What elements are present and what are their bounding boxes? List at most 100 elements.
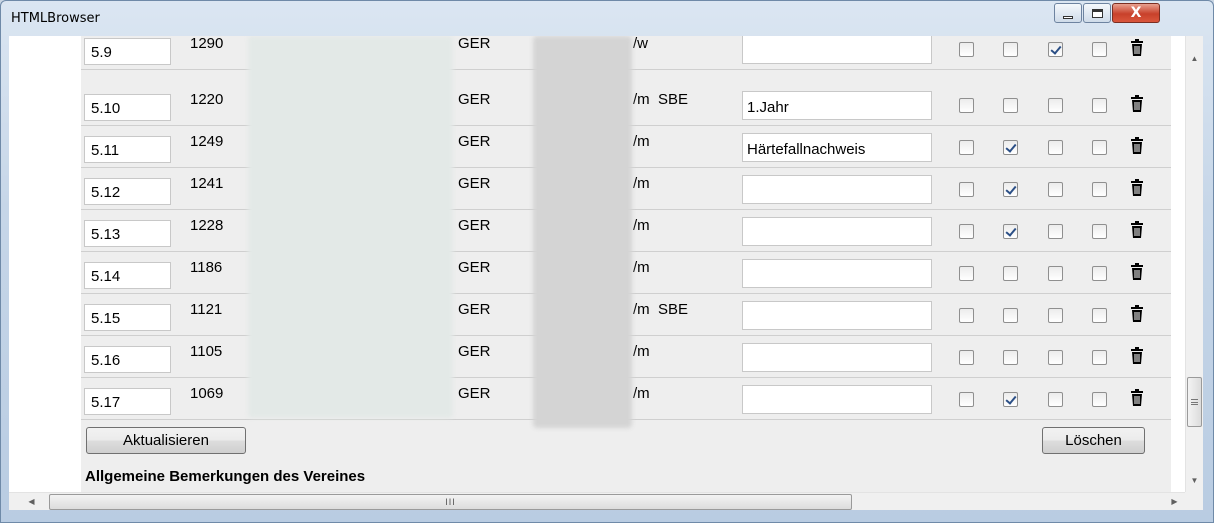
option-checkbox-2[interactable] (1003, 224, 1018, 239)
scroll-up-arrow-icon[interactable]: ▲ (1186, 50, 1203, 67)
remark-input[interactable]: Härtefallnachweis (742, 133, 932, 162)
trash-icon[interactable] (1130, 137, 1144, 155)
option-checkbox-1[interactable] (959, 42, 974, 57)
position-input[interactable]: 5.10 (84, 94, 171, 121)
option-checkbox-2[interactable] (1003, 350, 1018, 365)
option-checkbox-3[interactable] (1048, 98, 1063, 113)
option-checkbox-2[interactable] (1003, 42, 1018, 57)
position-input[interactable]: 5.13 (84, 220, 171, 247)
delete-button[interactable]: Löschen (1042, 427, 1145, 454)
option-checkbox-2[interactable] (1003, 308, 1018, 323)
position-input[interactable]: 5.17 (84, 388, 171, 415)
trash-icon[interactable] (1130, 263, 1144, 281)
option-checkbox-3[interactable] (1048, 350, 1063, 365)
option-checkbox-1[interactable] (959, 350, 974, 365)
participant-number: 1220 (190, 91, 224, 108)
nation-code: GER (458, 301, 491, 318)
browser-window: HTMLBrowser X 5.9 1290 GER/w 5.10 1220 GER/m … (0, 0, 1214, 523)
trash-icon[interactable] (1130, 305, 1144, 323)
category-text: /m (633, 175, 650, 192)
remark-input[interactable] (742, 217, 932, 246)
position-input[interactable]: 5.11 (84, 136, 171, 163)
redacted-club-column (533, 36, 632, 428)
option-checkbox-2[interactable] (1003, 182, 1018, 197)
option-checkbox-3[interactable] (1048, 182, 1063, 197)
close-icon: X (1130, 5, 1142, 21)
position-input[interactable]: 5.12 (84, 178, 171, 205)
category-text: /m SBE (633, 91, 689, 108)
trash-icon[interactable] (1130, 389, 1144, 407)
update-button[interactable]: Aktualisieren (86, 427, 246, 454)
nation-code: GER (458, 217, 491, 234)
remark-input[interactable] (742, 343, 932, 372)
remark-input[interactable] (742, 175, 932, 204)
vertical-scroll-thumb[interactable] (1187, 377, 1202, 427)
option-checkbox-4[interactable] (1092, 392, 1107, 407)
category-text: /m (633, 259, 650, 276)
position-input[interactable]: 5.9 (84, 38, 171, 65)
position-input[interactable]: 5.16 (84, 346, 171, 373)
option-checkbox-4[interactable] (1092, 182, 1107, 197)
option-checkbox-3[interactable] (1048, 392, 1063, 407)
option-checkbox-4[interactable] (1092, 140, 1107, 155)
category-text: /m (633, 133, 650, 150)
remark-input[interactable] (742, 301, 932, 330)
title-bar[interactable]: HTMLBrowser X (1, 1, 1213, 35)
nation-code: GER (458, 36, 491, 52)
option-checkbox-3[interactable] (1048, 266, 1063, 281)
participant-number: 1249 (190, 133, 224, 150)
remark-input[interactable] (742, 36, 932, 64)
option-checkbox-4[interactable] (1092, 266, 1107, 281)
trash-icon[interactable] (1130, 39, 1144, 57)
entries-form: 5.9 1290 GER/w 5.10 1220 GER/m SBE 1.Jahr 5.11 1… (81, 36, 1171, 492)
option-checkbox-4[interactable] (1092, 98, 1107, 113)
option-checkbox-4[interactable] (1092, 308, 1107, 323)
option-checkbox-1[interactable] (959, 140, 974, 155)
position-input[interactable]: 5.15 (84, 304, 171, 331)
trash-icon[interactable] (1130, 347, 1144, 365)
maximize-button[interactable] (1083, 3, 1111, 23)
option-checkbox-2[interactable] (1003, 392, 1018, 407)
option-checkbox-2[interactable] (1003, 98, 1018, 113)
remark-input[interactable]: 1.Jahr (742, 91, 932, 120)
option-checkbox-1[interactable] (959, 224, 974, 239)
option-checkbox-1[interactable] (959, 392, 974, 407)
option-checkbox-1[interactable] (959, 308, 974, 323)
nation-code: GER (458, 385, 491, 402)
horizontal-scrollbar[interactable]: ◀ III ▶ (9, 492, 1185, 510)
option-checkbox-4[interactable] (1092, 42, 1107, 57)
option-checkbox-3[interactable] (1048, 140, 1063, 155)
horizontal-scroll-thumb[interactable]: III (49, 494, 852, 510)
option-checkbox-3[interactable] (1048, 42, 1063, 57)
option-checkbox-2[interactable] (1003, 266, 1018, 281)
position-input[interactable]: 5.14 (84, 262, 171, 289)
scroll-left-arrow-icon[interactable]: ◀ (23, 493, 40, 510)
vertical-scrollbar[interactable]: ▲ ▼ (1185, 36, 1203, 492)
option-checkbox-1[interactable] (959, 182, 974, 197)
remark-input[interactable] (742, 385, 932, 414)
participant-number: 1069 (190, 385, 224, 402)
close-button[interactable]: X (1112, 3, 1160, 23)
participant-number: 1290 (190, 36, 224, 52)
option-checkbox-3[interactable] (1048, 224, 1063, 239)
option-checkbox-1[interactable] (959, 266, 974, 281)
trash-icon[interactable] (1130, 179, 1144, 197)
participant-number: 1186 (190, 259, 223, 276)
option-checkbox-2[interactable] (1003, 140, 1018, 155)
trash-icon[interactable] (1130, 221, 1144, 239)
nation-code: GER (458, 175, 491, 192)
minimize-button[interactable] (1054, 3, 1082, 23)
option-checkbox-4[interactable] (1092, 224, 1107, 239)
category-text: /w (633, 36, 648, 52)
scroll-down-arrow-icon[interactable]: ▼ (1186, 472, 1203, 489)
option-checkbox-3[interactable] (1048, 308, 1063, 323)
remark-input[interactable] (742, 259, 932, 288)
scroll-right-arrow-icon[interactable]: ▶ (1166, 493, 1183, 510)
nation-code: GER (458, 133, 491, 150)
trash-icon[interactable] (1130, 95, 1144, 113)
option-checkbox-1[interactable] (959, 98, 974, 113)
participant-number: 1105 (190, 343, 223, 360)
participant-number: 1121 (190, 301, 223, 318)
option-checkbox-4[interactable] (1092, 350, 1107, 365)
category-text: /m (633, 343, 650, 360)
